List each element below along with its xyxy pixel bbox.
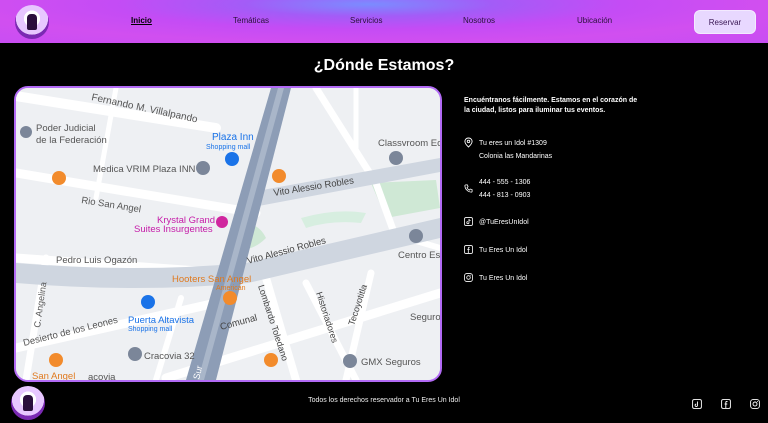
brand-logo[interactable] bbox=[15, 5, 49, 39]
nav-servicios[interactable]: Servicios bbox=[350, 16, 382, 25]
map-label-gmx: GMX Seguros bbox=[361, 357, 421, 368]
phone-icon bbox=[464, 184, 473, 193]
phone-2[interactable]: 444 - 813 - 0903 bbox=[479, 190, 530, 203]
footer-copyright: Todos los derechos reservador a Tu Eres … bbox=[308, 397, 460, 404]
footer-instagram-icon[interactable] bbox=[750, 396, 760, 409]
facebook-row[interactable]: Tu Eres Un Idol bbox=[464, 245, 527, 258]
map-label-plaza-mall: Shopping mall bbox=[206, 144, 251, 151]
reserve-button[interactable]: Reservar bbox=[694, 10, 756, 34]
footer-facebook-icon[interactable] bbox=[721, 396, 731, 409]
nav-ubicacion[interactable]: Ubicación bbox=[577, 16, 612, 25]
address-line1: Tu eres un Idol #1309 bbox=[479, 140, 547, 147]
top-nav-bar: Inicio Temáticas Servicios Nosotros Ubic… bbox=[0, 0, 768, 43]
phone-1[interactable]: 444 - 555 - 1306 bbox=[479, 177, 530, 190]
location-pin-icon bbox=[464, 137, 473, 148]
nav-tematicas[interactable]: Temáticas bbox=[233, 16, 269, 25]
phone-row: 444 - 555 - 1306 444 - 813 - 0903 bbox=[464, 177, 530, 202]
facebook-name[interactable]: Tu Eres Un Idol bbox=[479, 245, 527, 258]
idol-figure-icon bbox=[27, 14, 37, 30]
map-label-poder2: de la Federación bbox=[36, 135, 107, 146]
map-label-poder1: Poder Judicial bbox=[36, 123, 96, 134]
address-row: Tu eres un Idol #1309 Colonia las Mandar… bbox=[464, 137, 553, 163]
contact-lead-text: Encuéntranos fácilmente. Estamos en el c… bbox=[464, 97, 638, 114]
nav-inicio[interactable]: Inicio bbox=[131, 16, 152, 25]
page-title: ¿Dónde Estamos? bbox=[313, 57, 455, 74]
tiktok-handle[interactable]: @TuEresUnIdol bbox=[479, 217, 529, 230]
tiktok-row[interactable]: @TuEresUnIdol bbox=[464, 217, 529, 230]
facebook-icon bbox=[464, 245, 473, 254]
location-map[interactable]: Fernando M. Villalpando Poder Judicial d… bbox=[14, 86, 442, 382]
tiktok-icon bbox=[464, 217, 473, 226]
map-label-cracovia: Cracovia 32 bbox=[144, 351, 195, 362]
nav-nosotros[interactable]: Nosotros bbox=[463, 16, 495, 25]
map-label-acovia: acovia bbox=[88, 372, 116, 380]
contact-lead: Encuéntranos fácilmente. Estamos en el c… bbox=[464, 96, 644, 116]
address-line2: Colonia las Mandarinas bbox=[479, 152, 553, 160]
map-label-segur: Seguro bbox=[410, 312, 440, 323]
map-label-plaza-inn: Plaza Inn bbox=[212, 132, 254, 143]
map-label-pedro: Pedro Luis Ogazón bbox=[56, 255, 137, 266]
map-label-medica: Medica VRIM Plaza INN bbox=[93, 164, 196, 175]
map-label-centro: Centro Esc bbox=[398, 250, 440, 261]
map-label-hooters: Hooters San Angel bbox=[172, 274, 251, 285]
instagram-row[interactable]: Tu Eres Un Idol bbox=[464, 273, 527, 286]
map-label-puerta1: Puerta Altavista bbox=[128, 315, 195, 326]
map-label-krystal2: Suites Insurgentes bbox=[134, 224, 213, 235]
map-label-puerta2: Shopping mall bbox=[128, 326, 173, 333]
map-label-american: American bbox=[216, 285, 246, 292]
map-label-classvroom: Classvroom Ec bbox=[378, 138, 440, 149]
footer-tiktok-icon[interactable] bbox=[692, 396, 702, 409]
instagram-name[interactable]: Tu Eres Un Idol bbox=[479, 273, 527, 286]
map-label-san-angel: San Angel bbox=[32, 371, 75, 380]
instagram-icon bbox=[464, 273, 473, 282]
